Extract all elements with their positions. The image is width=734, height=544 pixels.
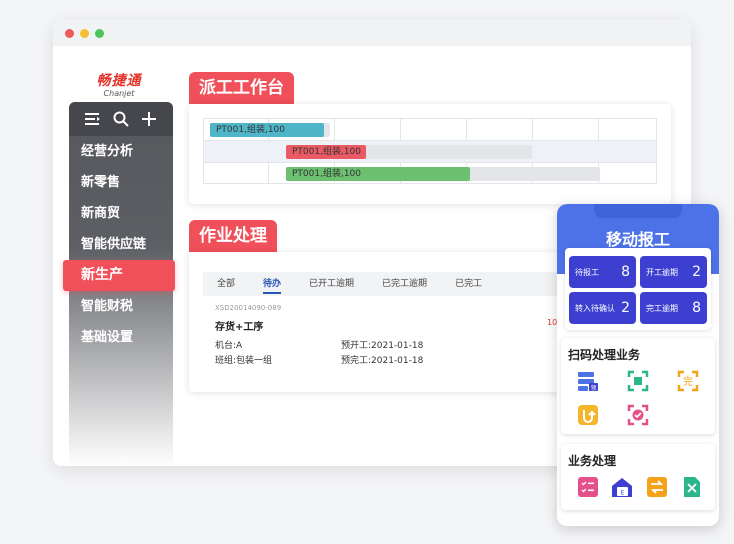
sidebar-item-supply-chain[interactable]: 智能供应链 — [69, 229, 173, 260]
stat-value: 8 — [692, 300, 701, 316]
report-doc-icon[interactable] — [681, 476, 703, 498]
complete-icon[interactable]: 完 — [677, 370, 699, 392]
stat-label: 转入待确认 — [575, 303, 615, 313]
gantt-row: PT001,组装,100 — [204, 141, 656, 163]
scan-business-title: 扫码处理业务 — [568, 348, 641, 362]
transfer-icon[interactable] — [646, 476, 668, 498]
scan-icon[interactable] — [627, 370, 649, 392]
minimize-dot[interactable] — [80, 28, 89, 38]
mobile-stats-card: 待报工 8 开工逾期 2 转入待确认 2 完工逾期 8 — [565, 248, 711, 330]
stat-value: 2 — [692, 264, 701, 280]
tab-finished[interactable]: 已完工 — [441, 272, 496, 296]
return-icon[interactable] — [577, 404, 599, 426]
brand-name-en: Chanjet — [103, 89, 135, 98]
sidebar-item-production[interactable]: 新生产 — [63, 260, 175, 291]
gantt-task-bar[interactable]: PT001,组装,100 — [286, 145, 366, 159]
dispatch-panel: PT001,组装,100 PT001,组装,100 PT001,组装,100 — [189, 104, 671, 204]
stat-label: 完工逾期 — [646, 303, 678, 313]
warehouse-icon[interactable]: E — [611, 476, 633, 498]
order-machine: 机台:A — [215, 341, 243, 351]
order-team: 班组:包装一组 — [215, 356, 273, 366]
maximize-dot[interactable] — [95, 28, 104, 38]
close-dot[interactable] — [65, 28, 74, 38]
plus-icon[interactable] — [141, 111, 157, 127]
sidebar-item-retail[interactable]: 新零售 — [69, 167, 173, 198]
stat-finish-overdue[interactable]: 完工逾期 8 — [640, 292, 707, 324]
order-planned-finish: 预完工:2021-01-18 — [341, 356, 424, 366]
order-title[interactable]: 存货+工序 — [215, 318, 263, 333]
svg-text:E: E — [621, 490, 625, 497]
dispatch-section-title: 派工工作台 — [189, 72, 294, 104]
tab-start-overdue[interactable]: 已开工逾期 — [295, 272, 368, 296]
sidebar-item-analysis[interactable]: 经营分析 — [69, 136, 173, 167]
sidebar-item-finance-tax[interactable]: 智能财税 — [69, 291, 173, 322]
operations-panel: 全部 待办 已开工逾期 已完工逾期 已完工 XSD20014090-089 存货… — [189, 252, 599, 392]
stat-label: 待报工 — [575, 267, 599, 277]
stat-pending-confirm[interactable]: 转入待确认 2 — [569, 292, 636, 324]
window-titlebar — [53, 20, 691, 46]
sidebar: 经营分析 新零售 新商贸 智能供应链 新生产 智能财税 基础设置 — [63, 102, 175, 466]
gantt-row: PT001,组装,100 — [204, 163, 656, 185]
tab-finish-overdue[interactable]: 已完工逾期 — [368, 272, 441, 296]
operations-section-title: 作业处理 — [189, 220, 277, 252]
scan-business-card: 扫码处理业务 领 完 — [561, 338, 715, 434]
tab-all[interactable]: 全部 — [203, 272, 249, 296]
svg-text:完: 完 — [683, 375, 693, 388]
operations-tabs: 全部 待办 已开工逾期 已完工逾期 已完工 — [203, 272, 583, 296]
brand-logo: 畅捷通 Chanjet — [89, 70, 149, 98]
gantt-task-bar[interactable]: PT001,组装,100 — [286, 167, 470, 181]
mobile-title: 移动报工 — [605, 230, 670, 249]
svg-text:领: 领 — [590, 384, 596, 392]
sidebar-item-trade[interactable]: 新商贸 — [69, 198, 173, 229]
confirm-icon[interactable] — [627, 404, 649, 426]
business-title: 业务处理 — [568, 454, 617, 468]
menu-icon[interactable] — [85, 112, 101, 126]
task-list-icon[interactable] — [577, 476, 599, 498]
gantt-task-bar[interactable]: PT001,组装,100 — [210, 123, 324, 137]
stat-pending-report[interactable]: 待报工 8 — [569, 256, 636, 288]
phone-notch — [594, 204, 682, 218]
stat-value: 8 — [621, 264, 630, 280]
stat-value: 2 — [621, 300, 630, 316]
order-planned-start: 预开工:2021-01-18 — [341, 341, 424, 351]
order-number: XSD20014090-089 — [215, 304, 282, 312]
sidebar-item-settings[interactable]: 基础设置 — [69, 322, 173, 353]
brand-name-cn: 畅捷通 — [96, 73, 142, 89]
sidebar-toolbar — [69, 102, 173, 136]
search-icon[interactable] — [113, 111, 129, 127]
business-card: 业务处理 E — [561, 444, 715, 510]
tab-todo[interactable]: 待办 — [249, 272, 295, 296]
stat-label: 开工逾期 — [646, 267, 678, 277]
gantt-chart: PT001,组装,100 PT001,组装,100 PT001,组装,100 — [203, 118, 657, 184]
receive-material-icon[interactable]: 领 — [577, 370, 599, 392]
gantt-row: PT001,组装,100 — [204, 119, 656, 141]
mobile-phone: 移动报工 待报工 8 开工逾期 2 转入待确认 2 完工逾期 8 扫码处理业务 … — [557, 204, 719, 526]
stat-start-overdue[interactable]: 开工逾期 2 — [640, 256, 707, 288]
